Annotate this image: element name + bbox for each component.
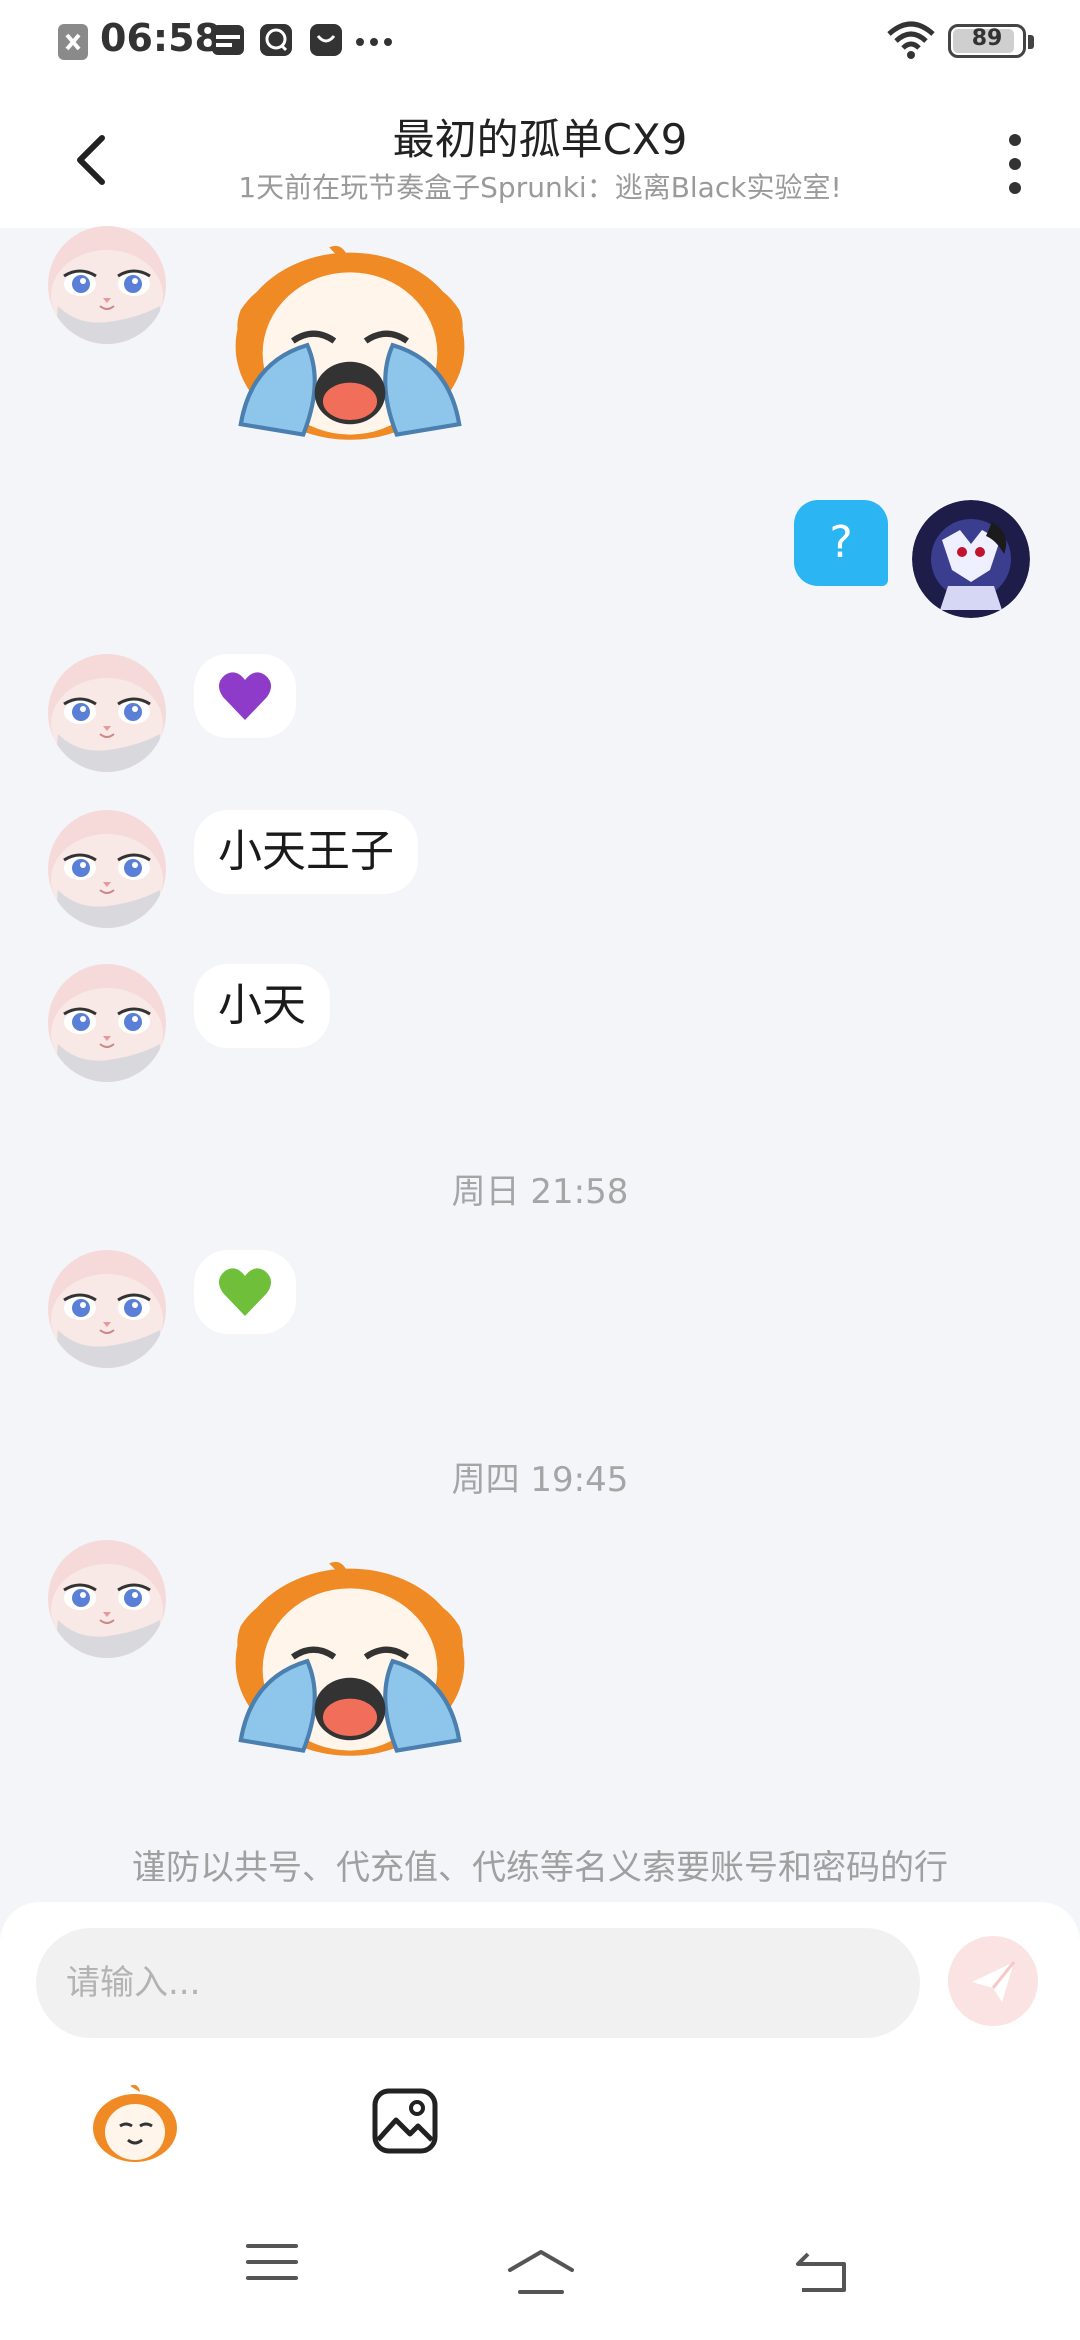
friend-avatar[interactable] — [48, 1250, 166, 1368]
chat-app-icon — [260, 24, 292, 56]
message-bubble[interactable]: 小天王子 — [194, 810, 418, 894]
notification-close-icon — [58, 24, 88, 60]
friend-avatar[interactable] — [48, 226, 166, 344]
more-vertical-icon[interactable] — [990, 124, 1040, 204]
back-nav-icon[interactable] — [794, 2250, 850, 2294]
safety-warning: 谨防以共号、代充值、代练等名义索要账号和密码的行 — [132, 1848, 948, 1888]
message-input[interactable] — [36, 1928, 920, 2038]
crying-sticker[interactable] — [220, 236, 480, 446]
friend-avatar[interactable] — [48, 810, 166, 928]
send-icon — [972, 1961, 1016, 2002]
chat-title: 最初的孤单CX9 — [392, 115, 688, 164]
friend-avatar[interactable] — [48, 654, 166, 772]
menu-icon[interactable] — [244, 2242, 300, 2282]
status-bar: 06:58 89 — [0, 0, 1080, 84]
wifi-icon — [887, 21, 935, 59]
friend-avatar[interactable] — [48, 964, 166, 1082]
home-icon[interactable] — [506, 2248, 576, 2298]
card-icon — [212, 25, 244, 55]
bag-icon — [310, 24, 342, 56]
chat-header: 最初的孤单CX9 1天前在玩节奏盒子Sprunki：逃离Black实验室! — [0, 84, 1080, 228]
status-time: 06:58 — [100, 16, 221, 60]
message-timestamp: 周日 21:58 — [451, 1172, 629, 1212]
message-bubble[interactable]: 💚 — [194, 1250, 296, 1334]
my-avatar[interactable] — [912, 500, 1030, 618]
friend-avatar[interactable] — [48, 1540, 166, 1658]
image-picker-icon[interactable] — [370, 2086, 440, 2156]
battery-icon: 89 — [948, 24, 1036, 62]
my-message-bubble[interactable]: ? — [794, 500, 888, 586]
message-bubble[interactable]: 💜 — [194, 654, 296, 738]
purple-heart-icon — [218, 672, 272, 720]
sticker-picker-icon[interactable] — [90, 2082, 180, 2164]
more-dots-icon — [356, 38, 392, 46]
battery-level: 89 — [971, 26, 1003, 51]
chat-subtitle: 1天前在玩节奏盒子Sprunki：逃离Black实验室! — [238, 171, 842, 204]
crying-sticker[interactable] — [220, 1552, 480, 1762]
message-bubble[interactable]: 小天 — [194, 964, 330, 1048]
green-heart-icon — [218, 1268, 272, 1316]
send-button[interactable] — [948, 1936, 1038, 2026]
message-timestamp: 周四 19:45 — [451, 1460, 629, 1500]
